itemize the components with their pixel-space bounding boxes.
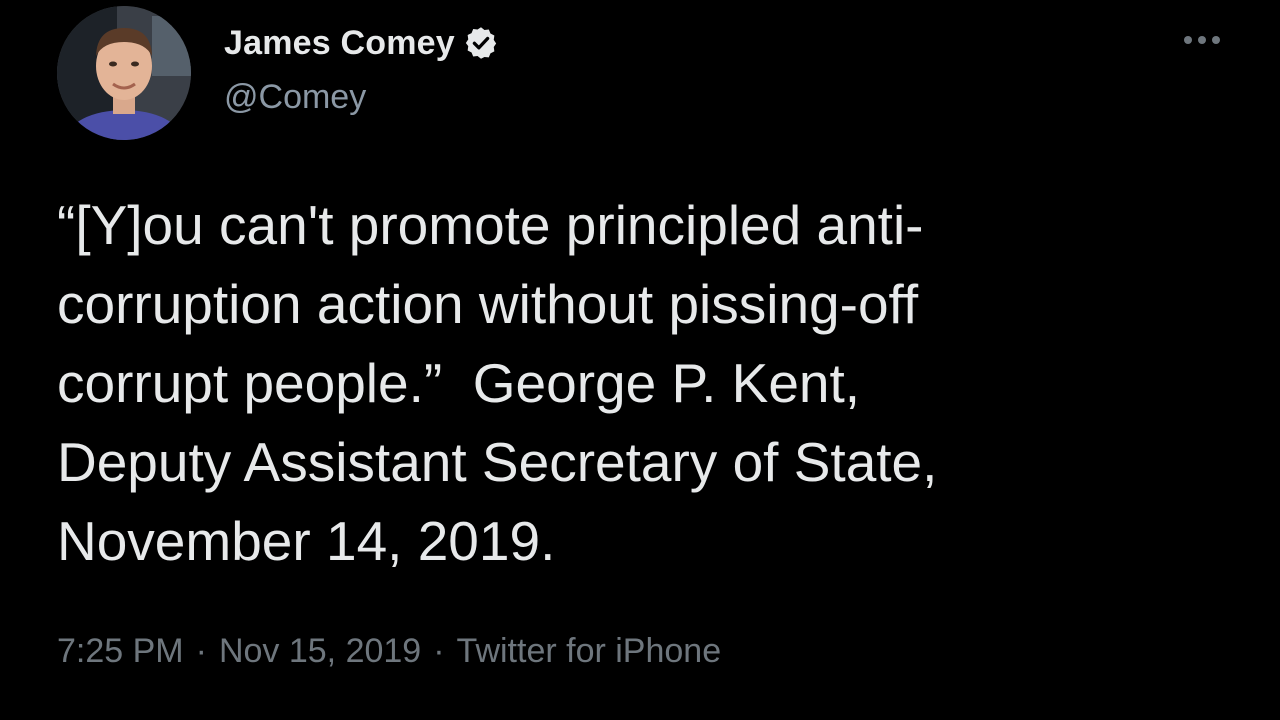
tweet-text: “[Y]ou can't promote principled anti- co… xyxy=(57,194,938,572)
tweet-card: James Comey @Comey “[Y]ou can't promote … xyxy=(0,0,1280,720)
meta-separator: · xyxy=(195,632,207,670)
author-row: James Comey xyxy=(224,20,499,66)
tweet-time[interactable]: 7:25 PM xyxy=(57,632,184,671)
verified-badge-icon xyxy=(463,25,499,61)
tweet-date[interactable]: Nov 15, 2019 xyxy=(219,632,421,671)
tweet-source[interactable]: Twitter for iPhone xyxy=(457,632,722,671)
avatar[interactable] xyxy=(57,6,191,140)
author-handle[interactable]: @Comey xyxy=(224,78,366,117)
meta-separator: · xyxy=(433,632,445,670)
avatar-image xyxy=(57,6,191,140)
author-name[interactable]: James Comey xyxy=(224,24,455,63)
tweet-metadata: 7:25 PM · Nov 15, 2019 · Twitter for iPh… xyxy=(57,632,721,671)
more-options-icon[interactable] xyxy=(1178,24,1226,56)
